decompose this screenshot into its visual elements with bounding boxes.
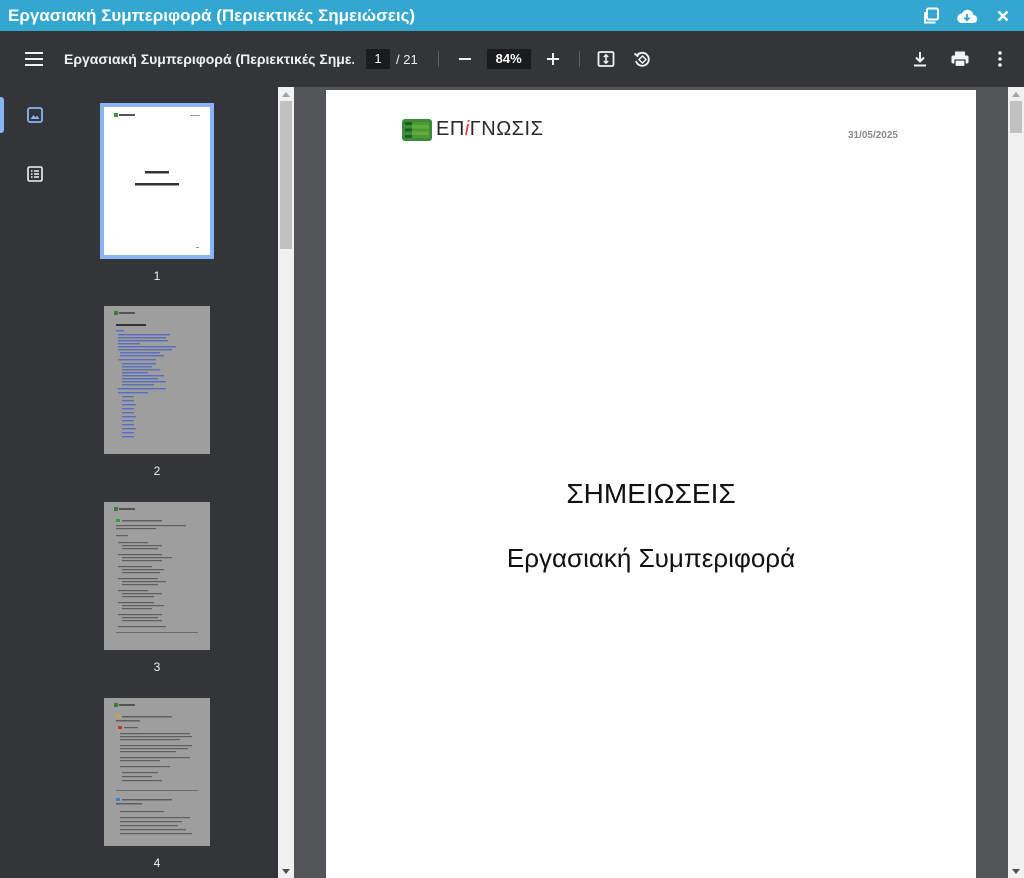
toolbar-divider [578, 51, 580, 67]
close-icon[interactable] [992, 5, 1014, 27]
thumbnail-number: 1 [153, 269, 161, 283]
outline-icon[interactable] [21, 160, 49, 188]
more-vert-icon[interactable] [982, 41, 1018, 77]
active-tab-indicator [0, 97, 4, 133]
thumbnail-panel: 1 2 3 4 [70, 87, 278, 878]
thumbnail-number: 2 [153, 464, 161, 478]
scroll-up-icon[interactable] [1008, 87, 1024, 101]
thumbnail-page[interactable]: 4 [104, 698, 210, 870]
viewer-toolbar: Εργασιακή Συμπεριφορά (Περιεκτικές Σημε.… [0, 31, 1024, 87]
page-number-input[interactable]: 1 [366, 49, 390, 69]
toolbar-divider [437, 51, 439, 67]
company-logo: ΕΠiΓΝΩΣΙΣ [402, 118, 543, 141]
logo-text: ΕΠiΓΝΩΣΙΣ [436, 118, 544, 140]
sidebar-rail [0, 87, 70, 878]
thumbnail-number: 3 [153, 660, 161, 674]
document-title: Εργασιακή Συμπεριφορά (Περιεκτικές Σημε.… [64, 51, 354, 67]
thumbnail-scrollbar[interactable] [278, 87, 294, 878]
zoom-in-icon[interactable] [535, 41, 571, 77]
thumbnail-page[interactable]: 3 [104, 502, 210, 674]
document-date: 31/05/2025 [847, 130, 898, 141]
scroll-up-icon[interactable] [278, 87, 294, 101]
print-icon[interactable] [942, 41, 978, 77]
fit-page-icon[interactable] [588, 41, 624, 77]
menu-icon[interactable] [16, 41, 52, 77]
window-actions [920, 0, 1014, 31]
thumbnails-icon[interactable] [21, 101, 49, 129]
document-viewport: ΕΠiΓΝΩΣΙΣ 31/05/2025 ΣΗΜΕΙΩΣΕΙΣ Εργασιακ… [294, 87, 1008, 878]
thumbnail-preview [100, 103, 214, 259]
document-subheading: Εργασιακή Συμπεριφορά [506, 543, 796, 573]
cloud-download-icon[interactable] [956, 5, 978, 27]
zoom-level-input[interactable]: 84% [486, 49, 531, 69]
external-window-icon[interactable] [920, 5, 942, 27]
scrollbar-thumb[interactable] [1010, 101, 1022, 133]
document-scrollbar[interactable] [1008, 87, 1024, 878]
scrollbar-thumb[interactable] [280, 101, 292, 249]
download-icon[interactable] [902, 41, 938, 77]
thumbnail-preview [104, 306, 210, 454]
thumbnail-page[interactable]: 2 [104, 306, 210, 478]
thumbnail-page[interactable]: 1 [100, 103, 214, 283]
rotate-icon[interactable] [624, 41, 660, 77]
document-page: ΕΠiΓΝΩΣΙΣ 31/05/2025 ΣΗΜΕΙΩΣΕΙΣ Εργασιακ… [326, 90, 976, 878]
window-titlebar: Εργασιακή Συμπεριφορά (Περιεκτικές Σημει… [0, 0, 1024, 31]
document-heading: ΣΗΜΕΙΩΣΕΙΣ [566, 478, 736, 509]
scroll-down-icon[interactable] [1008, 864, 1024, 878]
scroll-down-icon[interactable] [278, 864, 294, 878]
logo-icon [402, 118, 432, 141]
thumbnail-number: 4 [153, 856, 161, 870]
page-total: / 21 [396, 51, 418, 67]
window-title: Εργασιακή Συμπεριφορά (Περιεκτικές Σημει… [8, 5, 416, 25]
zoom-out-icon[interactable] [447, 41, 483, 77]
thumbnail-preview [104, 502, 210, 650]
thumbnail-preview [104, 698, 210, 846]
